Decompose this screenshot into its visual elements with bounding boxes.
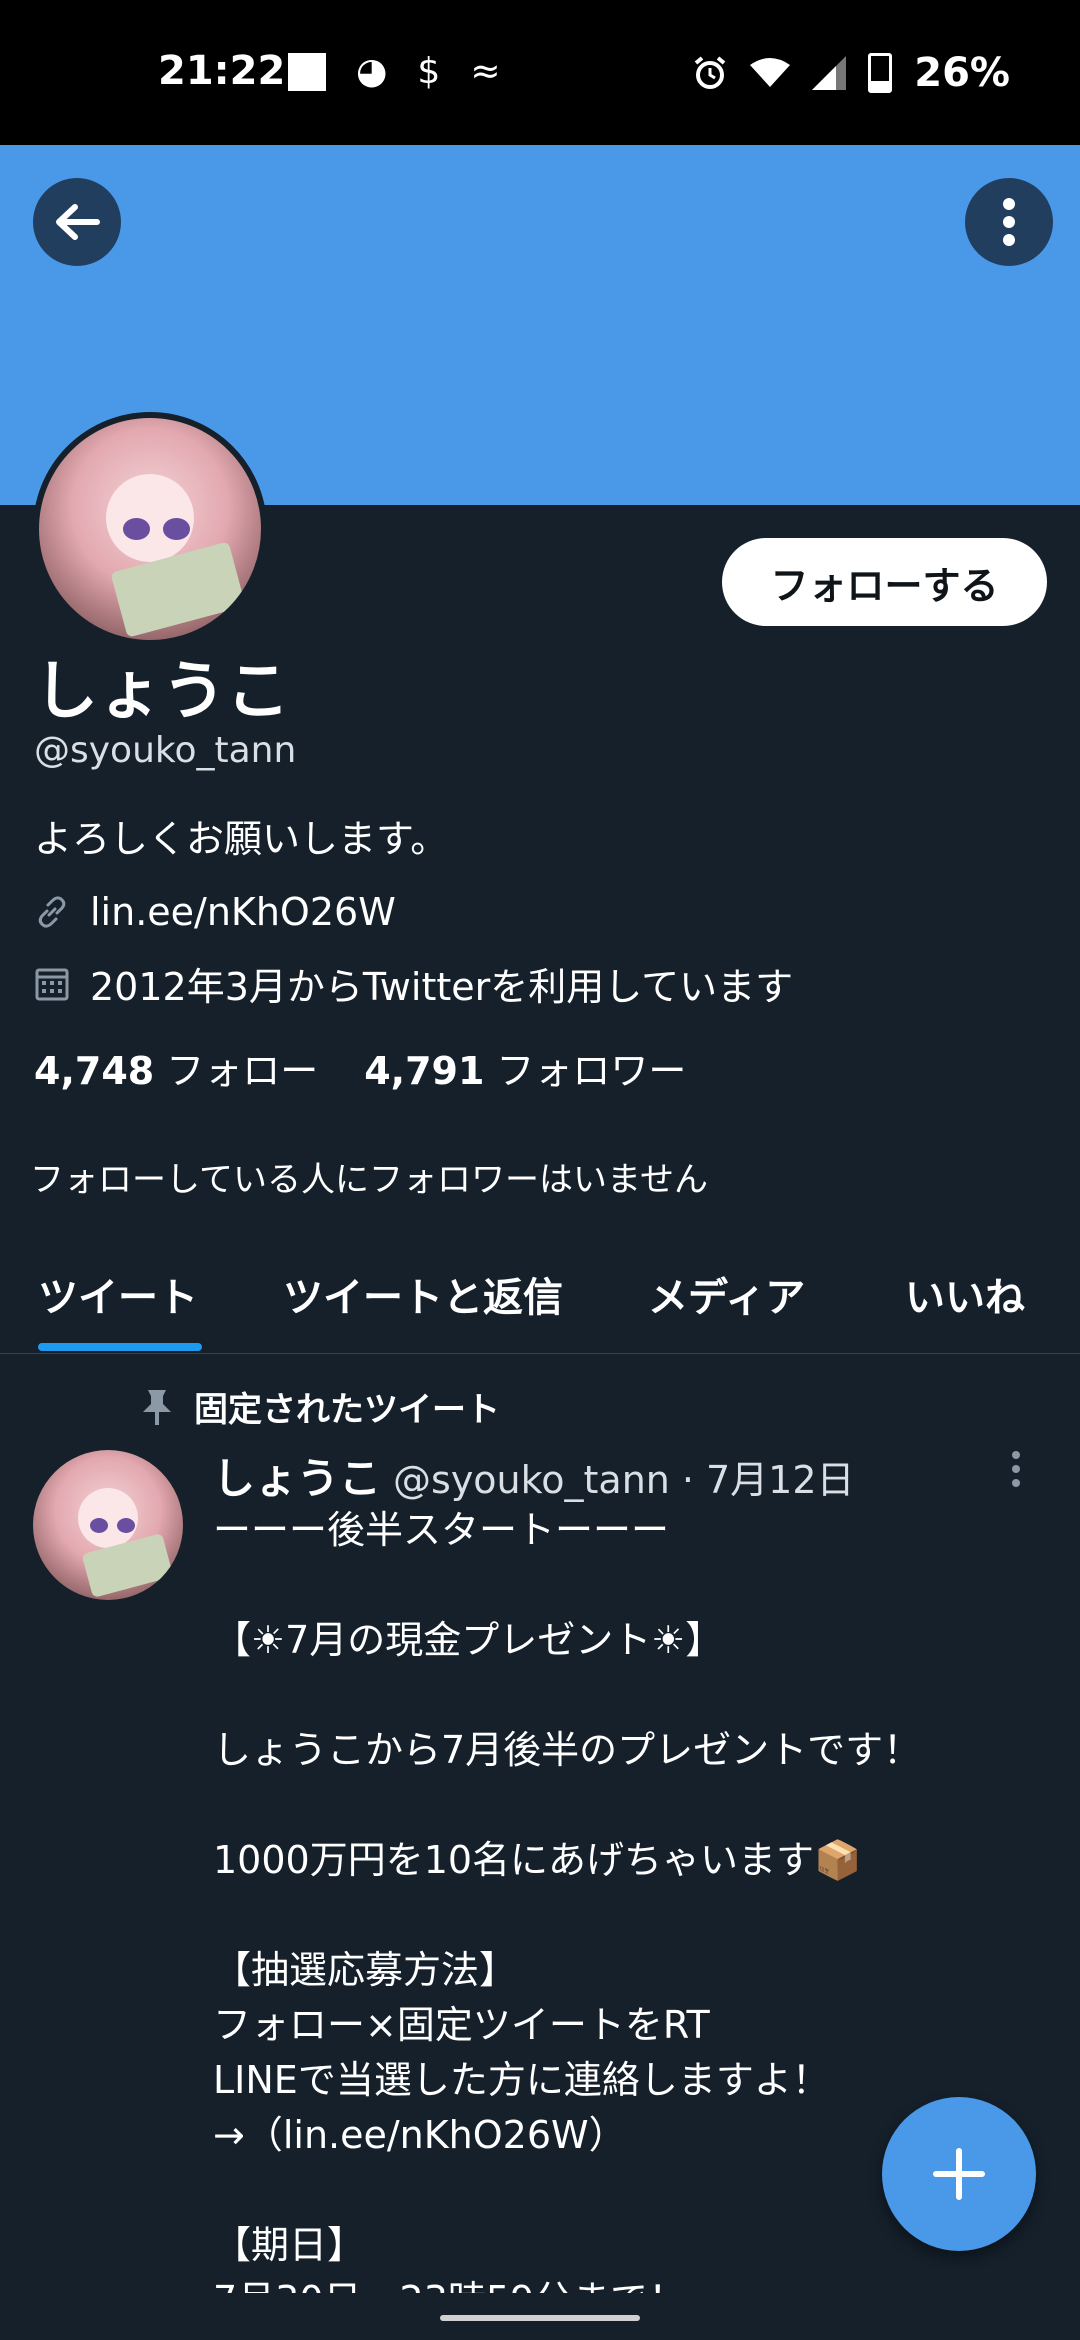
followers-count-link[interactable]: 4,791 フォロワー [364,1040,686,1095]
pinned-label: 固定されたツイート [194,1390,500,1430]
wifi-icon [750,58,791,87]
notification-app-icon: ◕ [356,51,388,92]
profile-joined: 2012年3月からTwitterを利用しています [90,965,794,1009]
notification-misc-icon: ≈ [470,51,501,92]
profile-display-name: しょうこ [34,655,290,729]
profile-joined-row: 2012年3月からTwitterを利用しています [34,956,793,1011]
compose-tweet-button[interactable] [882,2097,1036,2251]
tab-media[interactable]: メディア [648,1265,805,1323]
profile-handle: @syouko_tann [34,730,297,771]
dollar-icon: $ [417,51,441,92]
back-arrow-icon [56,204,100,240]
battery-fill [871,81,890,90]
tweet-author-name[interactable]: しょうこ [213,1445,381,1506]
notification-square-icon [288,53,326,91]
tab-likes[interactable]: いいね [905,1265,1025,1323]
signal-icon [812,56,847,90]
plus-icon [933,2148,985,2200]
battery-percent: 26% [914,50,1010,96]
tab-selected-indicator [38,1343,202,1351]
pinned-indicator: 固定されたツイート [140,1382,500,1431]
status-time: 21:22 [158,48,286,94]
followers-label: フォロワー [496,1049,687,1093]
profile-tabs: ツイート ツイートと返信 メディア いいね [0,1245,1080,1354]
system-icons: 26% [692,50,1010,96]
profile-avatar[interactable] [33,412,267,646]
follow-button[interactable]: フォローする [722,538,1047,626]
tweet-header: しょうこ @syouko_tann · 7月12日 [213,1445,855,1506]
tweet-separator: · [681,1458,694,1502]
following-count-link[interactable]: 4,748 フォロー [34,1040,318,1095]
profile-link-row: lin.ee/nKhO26W [34,890,396,934]
more-vertical-icon [1012,1451,1020,1487]
followers-you-know-note: フォローしている人にフォロワーはいません [30,1160,708,1200]
tweet-more-button[interactable] [1010,1450,1022,1492]
more-vertical-icon [1003,198,1015,246]
profile-link[interactable]: lin.ee/nKhO26W [90,890,396,934]
status-bar: 21:22 ◕ $ ≈ 26% [0,0,1080,145]
back-button[interactable] [33,178,121,266]
alarm-icon [694,56,726,89]
notification-icons: ◕ $ ≈ [288,52,501,92]
tweet-author-avatar[interactable] [33,1450,183,1600]
tab-tweets[interactable]: ツイート [38,1265,198,1323]
profile-bio: よろしくお願いします。 [34,817,449,861]
pin-icon [143,1389,171,1425]
battery-icon [868,53,893,93]
follow-counts: 4,748 フォロー 4,791 フォロワー [34,1040,686,1095]
gesture-nav-handle[interactable] [440,2315,640,2321]
more-options-button[interactable] [965,178,1053,266]
followers-count: 4,791 [364,1049,485,1093]
tab-tweets-and-replies[interactable]: ツイートと返信 [283,1265,563,1323]
tweet-author-handle: @syouko_tann [393,1458,670,1502]
following-count: 4,748 [34,1049,155,1093]
calendar-icon [35,968,69,1000]
following-label: フォロー [166,1049,319,1093]
tweet-date: 7月12日 [705,1458,855,1502]
link-icon [38,896,66,928]
